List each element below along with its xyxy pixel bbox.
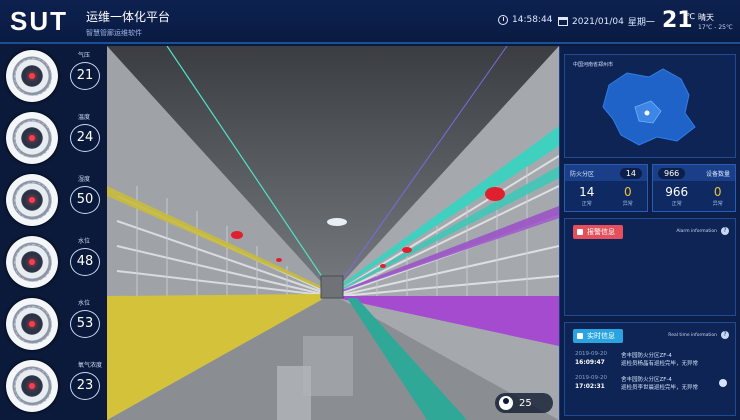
device-normal-col: 966 正常 (665, 185, 688, 207)
device-abnormal: 0 (713, 185, 722, 199)
gauge-panel: 气压 21 温度 24 湿度 50 水位 48 水位 53 氧气浓度 23 (0, 46, 107, 420)
device-abnormal-col: 0 异常 (713, 185, 723, 207)
realtime-head: 实时信息 Real time information ? (565, 323, 735, 347)
weekday-text: 星期一 (627, 18, 655, 28)
rt-message: 巡检员杨晶有巡检完毕，无异常 (621, 361, 699, 367)
logo: SUT (10, 6, 68, 36)
gauge-temperature[interactable]: 温度 24 (0, 108, 107, 170)
weather-text: 晴天 (698, 13, 714, 22)
app-root: SUT 运维一体化平台 智慧管廊运维软件 14:58:44 2021/01/04… (0, 0, 740, 420)
partition-normal: 14 (579, 185, 595, 199)
gauge-oxygen[interactable]: 氧气浓度 23 (0, 356, 107, 418)
rt-time: 16:09:47 (575, 359, 605, 366)
date-display: 2021/01/04 星期一 (558, 15, 655, 28)
device-total: 966 (658, 167, 686, 179)
top-header: SUT 运维一体化平台 智慧管廊运维软件 14:58:44 2021/01/04… (0, 0, 740, 44)
clock-time: 14:58:44 (512, 15, 553, 25)
partition-total: 14 (619, 167, 642, 179)
region-map[interactable]: 中国河南省郑州市 (564, 54, 736, 158)
gauge-label: 湿度 (78, 176, 91, 183)
gauge-dial (6, 112, 58, 164)
partition-normal-col: 14 正常 (579, 185, 594, 207)
alarm-head: 报警信息 Alarm information ? (565, 219, 735, 243)
partition-label: 防火分区 (570, 170, 595, 178)
device-normal: 966 (665, 185, 689, 199)
stat-body: 966 正常 0 异常 (653, 181, 735, 207)
clock: 14:58:44 (498, 15, 552, 25)
stat-head: 防火分区 14 (565, 165, 647, 181)
map-shape (602, 68, 696, 146)
rt-date: 2019-09-20 (575, 375, 607, 381)
alarm-en-label: Alarm information (676, 229, 717, 234)
user-icon (499, 396, 513, 410)
partition-abnormal: 0 (623, 185, 632, 199)
gauge-label: 气压 (78, 52, 91, 59)
online-users-badge[interactable]: 25 (495, 393, 553, 413)
help-icon[interactable]: ? (721, 227, 729, 235)
gauge-label: 氧气浓度 (78, 362, 103, 369)
online-user-count: 25 (519, 397, 532, 409)
gauge-label: 水位 (78, 300, 91, 307)
alarm-info-box: 报警信息 Alarm information ? (564, 218, 736, 316)
gauge-air-pressure[interactable]: 气压 21 (0, 46, 107, 108)
gauge-humidity[interactable]: 湿度 50 (0, 170, 107, 232)
clock-icon (498, 15, 508, 25)
gauge-dial (6, 236, 58, 288)
temperature-unit: ℃ (686, 12, 695, 21)
right-info-panel: 中国河南省郑州市 防火分区 14 14 正常 0 异常 966 设备数量 966… (559, 46, 740, 420)
stat-head: 966 设备数量 (653, 165, 735, 181)
normal-label: 正常 (671, 201, 682, 207)
gauge-value: 21 (70, 62, 100, 90)
tunnel-render (107, 46, 559, 420)
realtime-info-button[interactable]: 实时信息 (573, 329, 623, 343)
gauge-water-level-2[interactable]: 水位 53 (0, 294, 107, 356)
page-subtitle: 智慧管廊运维软件 (86, 29, 142, 37)
gauge-dial (6, 360, 58, 412)
normal-label: 正常 (581, 201, 592, 207)
rt-location: 舍丰园防火分区ZF-4 (621, 377, 672, 383)
realtime-info-box: 实时信息 Real time information ? 2019-09-20 … (564, 322, 736, 416)
gauge-dial (6, 174, 58, 226)
rt-location: 舍丰园防火分区ZF-4 (621, 353, 672, 359)
temperature-range: 17℃ - 25℃ (698, 24, 733, 31)
partition-abnormal-col: 0 异常 (623, 185, 633, 207)
date-text: 2021/01/04 (572, 16, 624, 27)
alarm-info-button[interactable]: 报警信息 (573, 225, 623, 239)
stat-body: 14 正常 0 异常 (565, 181, 647, 207)
realtime-en-label: Real time information (668, 333, 717, 338)
info-icon[interactable] (719, 379, 727, 387)
gauge-value: 24 (70, 124, 100, 152)
gauge-value: 48 (70, 248, 100, 276)
gauge-label: 水位 (78, 238, 91, 245)
gauge-label: 温度 (78, 114, 91, 121)
realtime-item[interactable]: 2019-09-20 16:09:47 舍丰园防火分区ZF-4 巡检员杨晶有巡检… (569, 349, 731, 371)
tunnel-3d-view[interactable]: 25 (107, 46, 559, 420)
device-count-card[interactable]: 966 设备数量 966 正常 0 异常 (652, 164, 736, 212)
fire-partition-card[interactable]: 防火分区 14 14 正常 0 异常 (564, 164, 648, 212)
abnormal-label: 异常 (712, 201, 723, 207)
device-label: 设备数量 (705, 170, 730, 178)
rt-date: 2019-09-20 (575, 351, 607, 357)
gauge-water-level-1[interactable]: 水位 48 (0, 232, 107, 294)
gauge-dial (6, 50, 58, 102)
rt-message: 巡检员李世晨巡检完毕，无异常 (621, 385, 699, 391)
gauge-value: 53 (70, 310, 100, 338)
help-icon[interactable]: ? (721, 331, 729, 339)
realtime-item[interactable]: 2019-09-20 17:02:31 舍丰园防火分区ZF-4 巡检员李世晨巡检… (569, 373, 731, 395)
rt-time: 17:02:31 (575, 383, 605, 390)
page-title: 运维一体化平台 (86, 10, 171, 24)
calendar-icon (558, 17, 568, 26)
title-block: 运维一体化平台 智慧管廊运维软件 (86, 8, 170, 38)
abnormal-label: 异常 (622, 201, 633, 207)
gauge-value: 50 (70, 186, 100, 214)
gauge-value: 23 (70, 372, 100, 400)
map-title: 中国河南省郑州市 (573, 62, 614, 68)
gauge-dial (6, 298, 58, 350)
